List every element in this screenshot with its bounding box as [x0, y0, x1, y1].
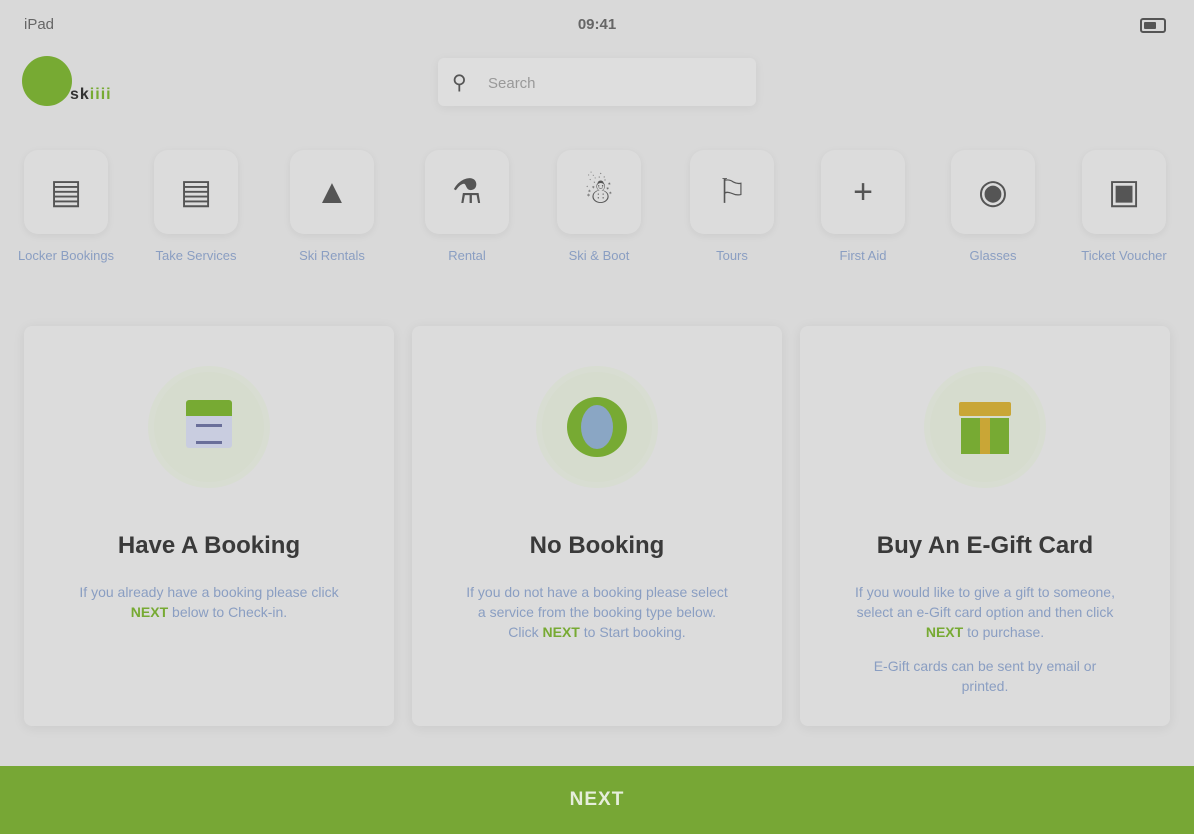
status-bar: iPad 09:41 [0, 0, 1194, 50]
category-label: Glasses [969, 248, 1017, 263]
logo-mark [22, 56, 72, 106]
card-buy-gift-card[interactable]: Buy An E-Gift Card If you would like to … [800, 326, 1170, 726]
gift-icon [930, 372, 1040, 482]
category-label: Ticket Voucher [1081, 248, 1167, 263]
category-label: Rental [448, 248, 486, 263]
category-first-aid[interactable]: + First Aid [803, 150, 923, 264]
voucher-icon: ▣ [1082, 150, 1166, 234]
card-title: Have A Booking [117, 532, 301, 559]
boot-icon: ☃ [557, 150, 641, 234]
card-no-booking[interactable]: No Booking If you do not have a booking … [412, 326, 782, 726]
locker-icon: ▤ [24, 150, 108, 234]
logo-text: skiiii [70, 86, 112, 103]
category-label: Tours [716, 248, 748, 263]
option-cards: Have A Booking If you already have a boo… [0, 326, 1194, 726]
app-logo[interactable]: skiiii [22, 56, 137, 110]
category-label: Ski & Boot [568, 248, 630, 263]
search-icon: ⚲ [452, 72, 467, 94]
category-take-services[interactable]: ▤ Take Services [136, 150, 256, 264]
category-row: ▤ Locker Bookings ▤ Take Services ▲ Ski … [0, 150, 1194, 300]
category-locker-bookings[interactable]: ▤ Locker Bookings [6, 150, 126, 264]
search-input[interactable] [486, 68, 740, 98]
battery-icon [1140, 18, 1166, 33]
ski-icon: ▲ [290, 150, 374, 234]
search-box[interactable]: ⚲ [438, 58, 756, 106]
card-title: Buy An E-Gift Card [876, 532, 1094, 559]
card-have-booking[interactable]: Have A Booking If you already have a boo… [24, 326, 394, 726]
category-label: First Aid [839, 248, 887, 263]
globe-icon [542, 372, 652, 482]
category-label: Take Services [155, 248, 237, 263]
calendar-icon [154, 372, 264, 482]
card-description: If you would like to give a gift to some… [855, 584, 1115, 640]
tour-icon: ⚐ [690, 150, 774, 234]
card-description: If you already have a booking please cli… [79, 584, 339, 620]
category-rental[interactable]: ⚗ Rental [407, 150, 527, 264]
category-label: Ski Rentals [299, 248, 365, 263]
category-tours[interactable]: ⚐ Tours [672, 150, 792, 264]
category-ski-rentals[interactable]: ▲ Ski Rentals [272, 150, 392, 264]
ticket-icon: ▤ [154, 150, 238, 234]
category-glasses[interactable]: ◉ Glasses [933, 150, 1053, 264]
next-button[interactable]: NEXT [0, 766, 1194, 834]
plus-icon: + [821, 150, 905, 234]
glasses-icon: ◉ [951, 150, 1035, 234]
category-ski-boot[interactable]: ☃ Ski & Boot [539, 150, 659, 264]
card-note: E-Gift cards can be sent by email or pri… [873, 658, 1097, 694]
status-time: 09:41 [577, 16, 617, 33]
category-label: Locker Bookings [17, 248, 115, 263]
card-title: No Booking [529, 532, 665, 559]
category-ticket-voucher[interactable]: ▣ Ticket Voucher [1064, 150, 1184, 264]
card-description: If you do not have a booking please sele… [466, 584, 728, 640]
rental-icon: ⚗ [425, 150, 509, 234]
